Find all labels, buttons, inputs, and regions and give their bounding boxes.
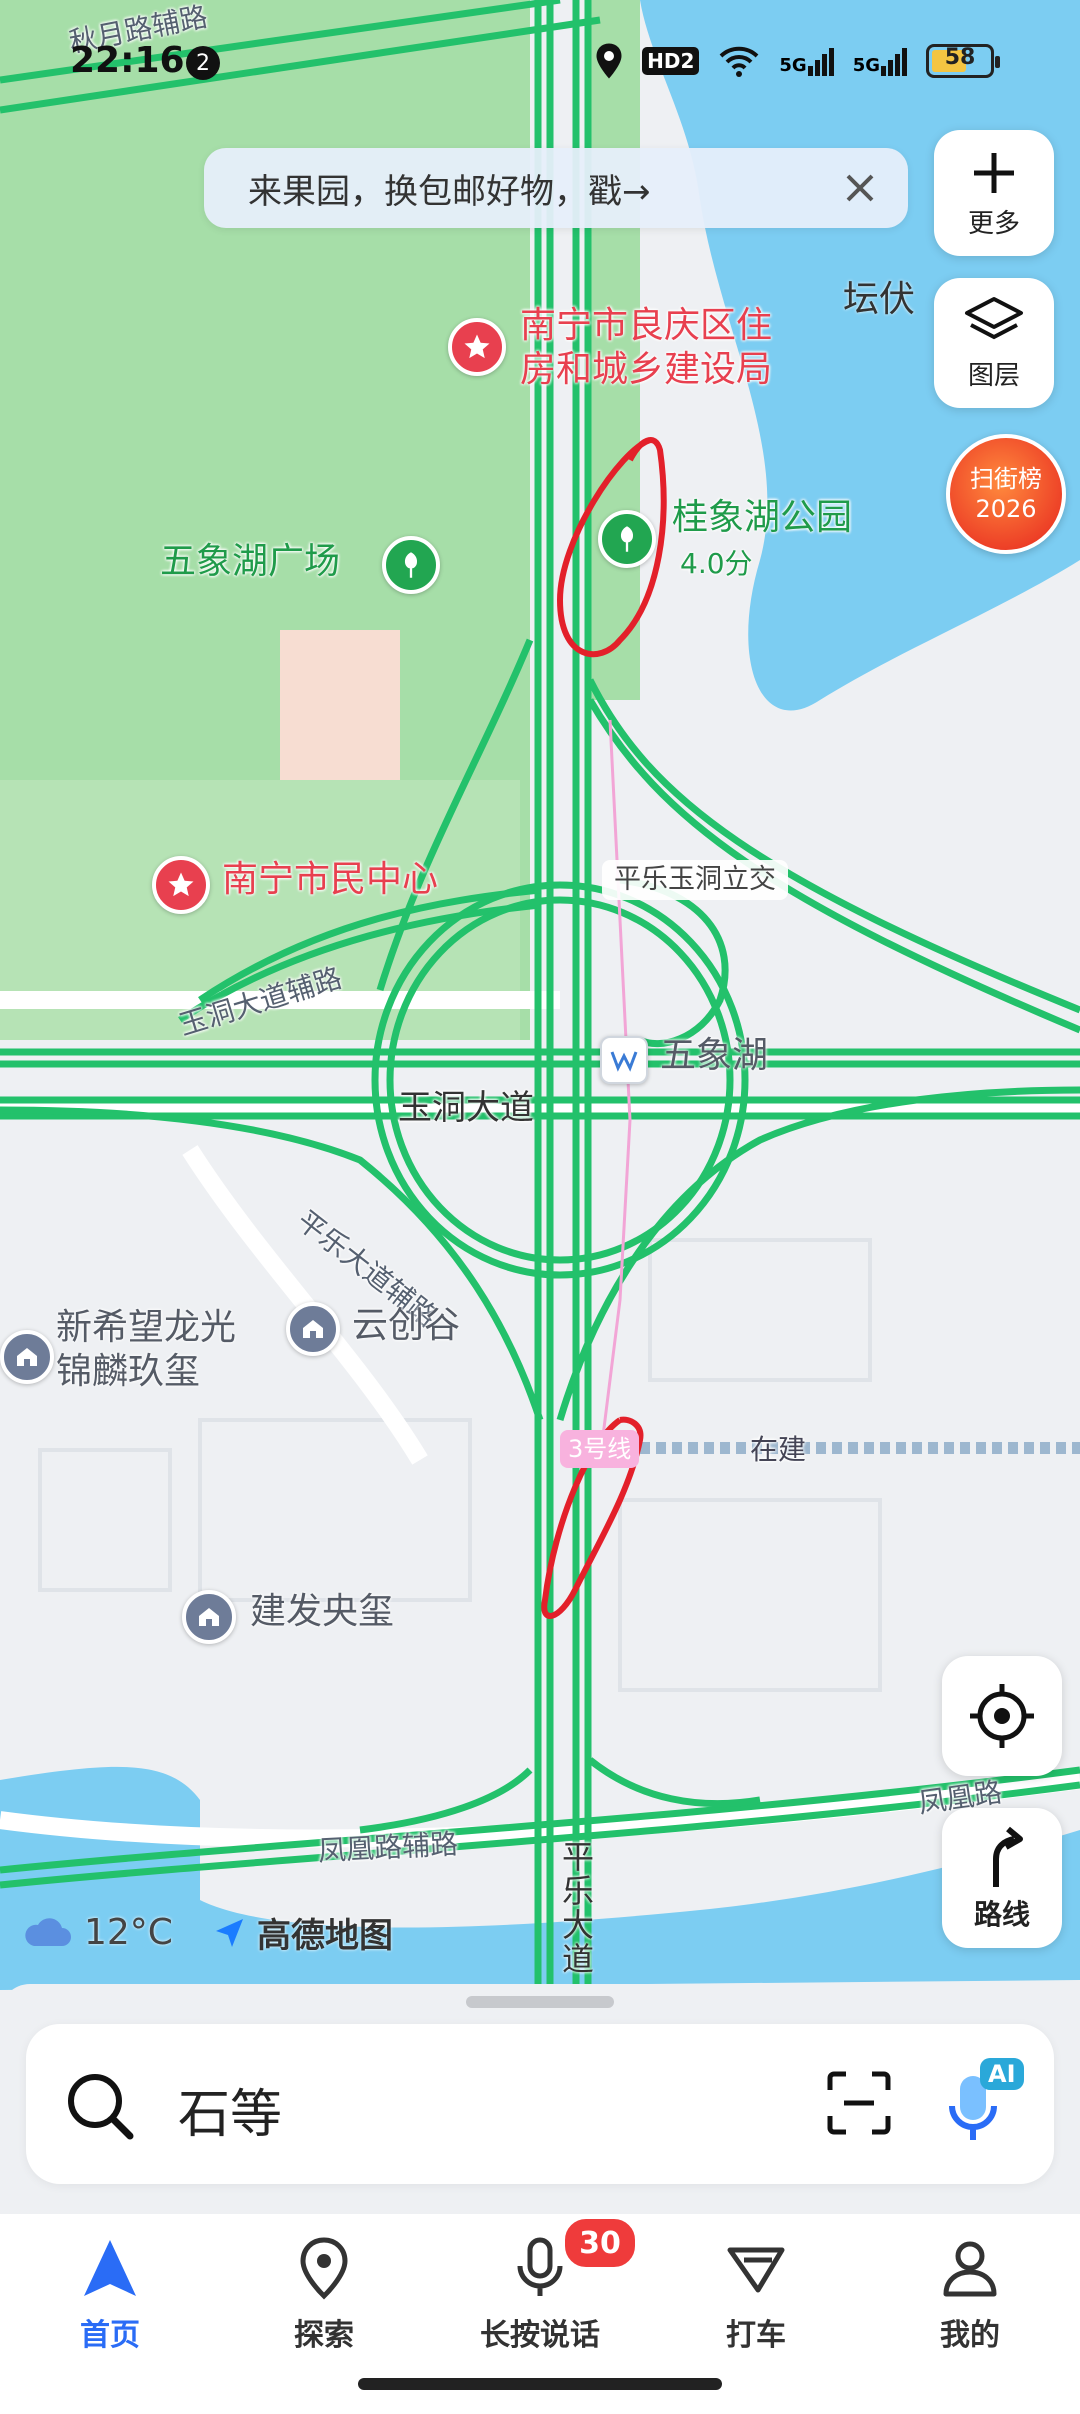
amap-brand: 高德地图 [256,1916,393,1956]
interchange-label[interactable]: 平乐玉洞立交 [602,860,788,900]
plus-icon [974,152,1014,193]
notification-badge: 2 [186,46,220,80]
square-plaza [280,630,400,790]
government-pin-icon[interactable] [152,856,210,914]
status-bar: 22:16 2 HD2 5G 5G 58 [0,36,1080,92]
park-pin-icon[interactable] [382,536,440,594]
layers-icon [965,296,1023,339]
poi-label-guixiang-park[interactable]: 桂象湖公园 [672,496,852,540]
amap-logo-icon [215,1918,243,1947]
poi-label-citizen-center[interactable]: 南宁市民中心 [222,858,438,902]
scan-ranking-button[interactable]: 扫街榜 2026 [946,434,1066,554]
scan-ranking-label: 扫街榜 [970,465,1042,493]
tab-home-label: 首页 [80,2318,140,2353]
voice-count-badge: 30 [562,2216,638,2270]
sheet-drag-handle[interactable] [466,1996,614,2008]
location-pin-icon [300,2237,348,2300]
route-button[interactable]: 路线 [942,1808,1062,1948]
poi-label-jianfa[interactable]: 建发央玺 [250,1590,394,1634]
more-label: 更多 [967,208,1020,239]
close-icon[interactable] [830,158,890,218]
road-label-yudong: 玉洞大道 [398,1088,534,1128]
person-icon [943,2241,997,2297]
construction-label: 在建 [750,1433,807,1466]
navigation-arrow-icon [84,2240,136,2296]
cloud-icon [25,1917,71,1946]
route-label: 路线 [973,1898,1030,1931]
residential-pin-icon[interactable] [182,1590,236,1644]
scan-icon[interactable] [826,2070,892,2136]
layers-label: 图层 [967,360,1020,391]
poi-label-housing-bureau-2[interactable]: 房和城乡建设局 [520,348,772,392]
poi-label-housing-bureau-1[interactable]: 南宁市良庆区住 [520,304,772,348]
search-icon [68,2074,134,2140]
poi-label-yunchuanggu[interactable]: 云创谷 [352,1304,460,1348]
tab-taxi-label: 打车 [726,2318,786,2353]
poi-rating-guixiang: 4.0分 [680,547,753,580]
government-pin-icon[interactable] [448,318,506,376]
weather-widget[interactable]: 12°C 高德地图 [22,1908,393,1957]
place-label-tanfu: 坛伏 [843,279,916,320]
ai-badge: AI [980,2058,1024,2090]
residential-pin-icon[interactable] [286,1302,340,1356]
poi-label-wuxianghu-station[interactable]: 五象湖 [660,1034,768,1078]
tab-explore[interactable]: 探索 [244,2236,404,2354]
signal-icon: 5G [853,46,908,76]
home-indicator[interactable] [358,2378,722,2390]
wifi-icon [719,46,759,77]
ai-voice-button[interactable]: AI [946,2058,1030,2154]
tab-mine[interactable]: 我的 [890,2236,1050,2354]
poi-label-xinxiwang-1[interactable]: 新希望龙光 [56,1306,236,1350]
layers-button[interactable]: 图层 [934,278,1054,408]
road-label-pingle-vertical: 平乐大道 [562,1838,595,1978]
search-bar[interactable]: 石等 AI [26,2024,1054,2184]
scan-ranking-year: 2026 [975,495,1037,523]
hd-icon: HD2 [642,47,700,75]
status-time: 22:16 [70,40,185,81]
promo-banner[interactable]: 来果园，换包邮好物，戳→ [204,148,908,228]
metro-line-badge[interactable]: 3号线 [560,1430,640,1468]
battery-icon: 58 [926,44,1000,78]
tab-mine-label: 我的 [940,2318,1000,2353]
weather-temperature: 12°C [84,1912,173,1953]
more-button[interactable]: 更多 [934,130,1054,256]
road-label-fenghuang-aux: 凤凰路辅路 [317,1827,459,1868]
residential-pin-icon[interactable] [0,1330,54,1384]
tab-home[interactable]: 首页 [30,2236,190,2354]
crosshair-icon [970,1684,1034,1748]
locate-button[interactable] [942,1656,1062,1776]
taxi-icon [727,2247,785,2293]
park-pin-icon[interactable] [598,510,656,568]
route-arrow-icon [993,1826,1023,1887]
poi-label-wuxiang-square[interactable]: 五象湖广场 [160,540,340,584]
tab-voice-label: 长按说话 [480,2318,600,2353]
signal-icon: 5G [779,46,834,76]
tab-taxi[interactable]: 打车 [676,2236,836,2354]
search-input[interactable]: 石等 [178,2072,282,2147]
tab-explore-label: 探索 [294,2318,354,2353]
metro-station-icon[interactable] [600,1036,648,1084]
poi-label-xinxiwang-2[interactable]: 锦麟玖玺 [56,1350,200,1394]
location-icon [596,43,622,79]
promo-banner-text[interactable]: 来果园，换包邮好物，戳→ [248,164,651,213]
